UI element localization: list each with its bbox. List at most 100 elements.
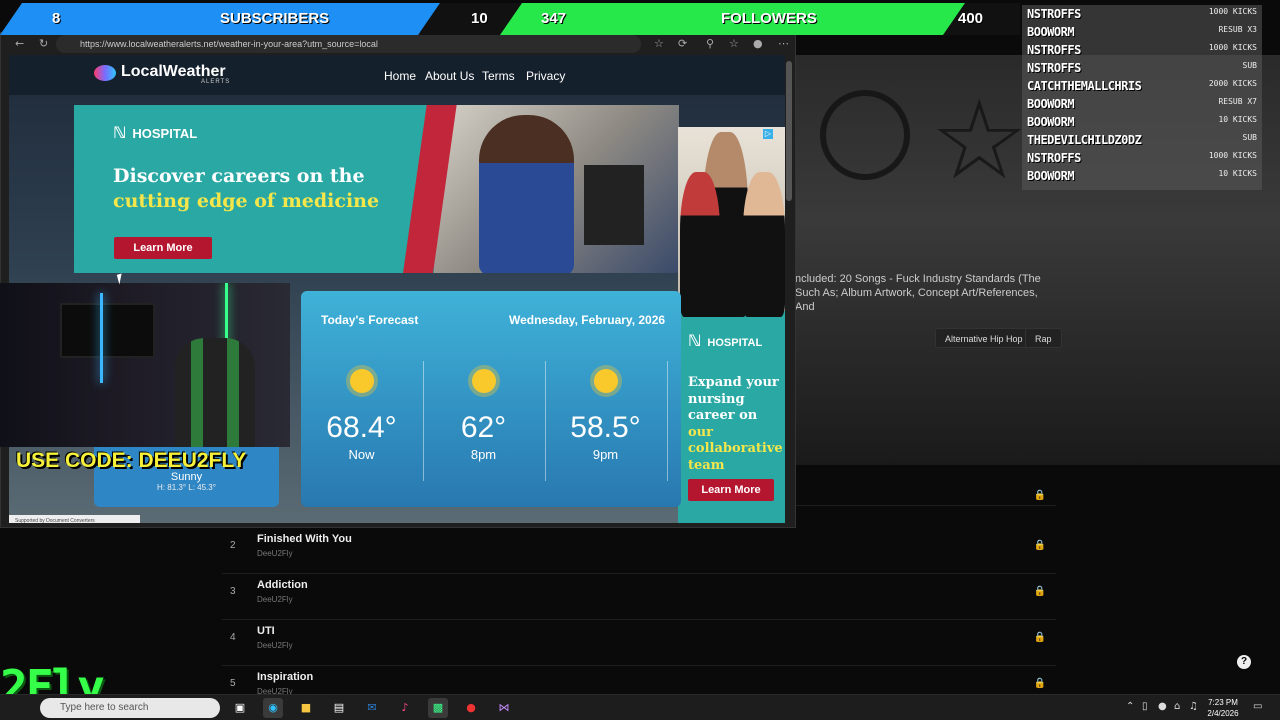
- track-title: UTI: [257, 625, 275, 637]
- store-icon[interactable]: ▤: [329, 698, 349, 718]
- track-artist: DeeU2Fly: [257, 641, 293, 650]
- forecast-card: Today's Forecast Wednesday, February, 20…: [301, 291, 681, 507]
- extension-icon[interactable]: ⟳: [678, 37, 687, 50]
- outlook-icon[interactable]: ✉: [362, 698, 382, 718]
- ad2-learn-more-button[interactable]: Learn More: [688, 479, 774, 501]
- favorite-star-icon[interactable]: ☆: [654, 37, 664, 50]
- forecast-title: Today's Forecast: [321, 313, 419, 327]
- track-artist: DeeU2Fly: [257, 595, 293, 604]
- genre-tag[interactable]: Alternative Hip Hop: [935, 328, 1033, 348]
- feed-item: CATCHTHEMALLCHRIS 2000 KICKS: [1027, 79, 1257, 93]
- fol-goal: 400: [958, 10, 984, 27]
- hospital-mark-icon: ℕ: [113, 123, 127, 142]
- clock-time: 7:23 PM: [1208, 698, 1238, 707]
- nav-home[interactable]: Home: [384, 69, 416, 83]
- lock-icon: 🔒: [1033, 540, 1046, 551]
- star-graphic: ☆: [930, 76, 1029, 204]
- forecast-item: 58.5° 9pm: [545, 361, 666, 481]
- feed-item: BOOWORM 10 KICKS: [1027, 169, 1257, 183]
- purple-app-icon[interactable]: ⋈: [494, 698, 514, 718]
- promo-code: USE CODE: DEEU2FLY: [16, 449, 247, 472]
- ad-choices-icon[interactable]: ▷: [763, 129, 773, 139]
- nav-privacy[interactable]: Privacy: [526, 69, 565, 83]
- feed-item: NSTROFFS 1000 KICKS: [1027, 43, 1257, 57]
- taskbar-clock[interactable]: 7:23 PM 2/4/2026: [1200, 697, 1246, 719]
- file-explorer-icon[interactable]: ■: [296, 698, 316, 718]
- feed-item: THEDEVILCHILDZ0DZ SUB: [1027, 133, 1257, 147]
- track-row[interactable]: 4 UTI DeeU2Fly 🔒: [222, 620, 1056, 666]
- sun-icon: [349, 369, 374, 393]
- tray-chevron-icon[interactable]: ⌃: [1126, 701, 1134, 712]
- back-icon[interactable]: ←: [15, 37, 24, 50]
- nav-terms[interactable]: Terms: [482, 69, 515, 83]
- address-bar[interactable]: https://www.localweatheralerts.net/weath…: [56, 35, 641, 53]
- feed-item: NSTROFFS 1000 KICKS: [1027, 7, 1257, 21]
- taskbar: Type here to search ▣ ◉ ■ ▤ ✉ ♪ ▩ ● ⋈ ⌃ …: [0, 694, 1280, 720]
- hospital-logo: ℕ HOSPITAL: [688, 331, 763, 350]
- hospital-ad-banner[interactable]: ℕ HOSPITAL Discover careers on the cuttin…: [74, 105, 679, 273]
- ad-photo: [678, 127, 785, 317]
- sun-icon: [471, 369, 496, 393]
- task-view-icon[interactable]: ▣: [230, 698, 250, 718]
- refresh-icon[interactable]: ↻: [39, 37, 48, 50]
- hospital-mark-icon: ℕ: [688, 331, 702, 350]
- fol-count: 347: [541, 10, 567, 27]
- notification-icon[interactable]: ▭: [1253, 701, 1262, 712]
- forecast-date: Wednesday, February, 2026: [509, 313, 666, 327]
- event-feed: NSTROFFS 1000 KICKS BOOWORM RESUB X3 NSTRO…: [1022, 5, 1262, 190]
- ad-headline: Discover careers on the: [113, 165, 365, 187]
- menu-icon[interactable]: ⋯: [778, 37, 789, 50]
- track-title: Inspiration: [257, 671, 314, 683]
- feed-item: NSTROFFS SUB: [1027, 61, 1257, 75]
- tray-mic-icon[interactable]: ●: [1158, 701, 1167, 712]
- feed-item: BOOWORM 10 KICKS: [1027, 115, 1257, 129]
- forecast-time: 9pm: [592, 447, 619, 462]
- hospital-ad-sidebar[interactable]: ▷ ℕ HOSPITAL Expand your nursing career o…: [678, 127, 785, 523]
- lock-icon: 🔒: [1033, 586, 1046, 597]
- ad-learn-more-button[interactable]: Learn More: [114, 237, 212, 259]
- site-logo-sub: ALERTS: [201, 79, 231, 85]
- sub-label: SUBSCRIBERS: [220, 10, 330, 27]
- help-button[interactable]: ?: [1237, 655, 1251, 669]
- taskbar-search[interactable]: Type here to search: [40, 698, 220, 718]
- track-number: 3: [230, 586, 236, 597]
- hospital-logo: ℕ HOSPITAL: [113, 123, 198, 142]
- profile-avatar-icon[interactable]: ●: [753, 37, 763, 50]
- red-app-icon[interactable]: ●: [461, 698, 481, 718]
- track-title: Finished With You: [257, 533, 352, 545]
- nav-about[interactable]: About Us: [425, 69, 474, 83]
- extensions-icon[interactable]: ⚲: [706, 37, 714, 50]
- forecast-time: Now: [348, 447, 375, 462]
- forecast-temp: 62°: [460, 411, 507, 444]
- edge-browser-icon[interactable]: ◉: [263, 698, 283, 718]
- scrollbar[interactable]: [786, 61, 792, 201]
- track-row[interactable]: 2 Finished With You DeeU2Fly 🔒: [222, 528, 1056, 574]
- lock-icon: 🔒: [1033, 678, 1046, 689]
- tray-wifi-icon[interactable]: ⌂: [1174, 701, 1180, 712]
- logo-icon: [94, 65, 116, 81]
- site-nav: LocalWeather ALERTS Home About Us Terms …: [9, 55, 785, 95]
- tray-volume-icon[interactable]: ♫: [1189, 701, 1198, 712]
- favorites-icon[interactable]: ☆: [729, 37, 739, 50]
- forecast-time: 8pm: [470, 447, 497, 462]
- supported-by-badge[interactable]: Supported by Document Converters: [9, 515, 140, 523]
- smiley-graphic: [820, 90, 910, 180]
- sun-icon: [593, 369, 618, 393]
- music-app-icon[interactable]: ♪: [395, 698, 415, 718]
- ad2-copy: Expand your nursing career on our collab…: [688, 375, 783, 473]
- ad-photo: [401, 105, 679, 273]
- fol-label: FOLLOWERS: [721, 10, 817, 27]
- feed-item: BOOWORM RESUB X3: [1027, 25, 1257, 39]
- feed-item: NSTROFFS 1000 KICKS: [1027, 151, 1257, 165]
- lock-icon: 🔒: [1033, 632, 1046, 643]
- track-artist: DeeU2Fly: [257, 549, 293, 558]
- track-title: Addiction: [257, 579, 308, 591]
- genre-tag[interactable]: Rap: [1025, 328, 1062, 348]
- track-row[interactable]: 3 Addiction DeeU2Fly 🔒: [222, 574, 1056, 620]
- tray-network-icon[interactable]: ▯: [1142, 701, 1148, 712]
- sub-goal: 10: [471, 10, 488, 27]
- track-number: 5: [230, 678, 236, 689]
- goal-banner: 8 SUBSCRIBERS 10 347 FOLLOWERS 400: [0, 3, 1020, 35]
- webcam-feed: [0, 283, 290, 447]
- chat-app-icon[interactable]: ▩: [428, 698, 448, 718]
